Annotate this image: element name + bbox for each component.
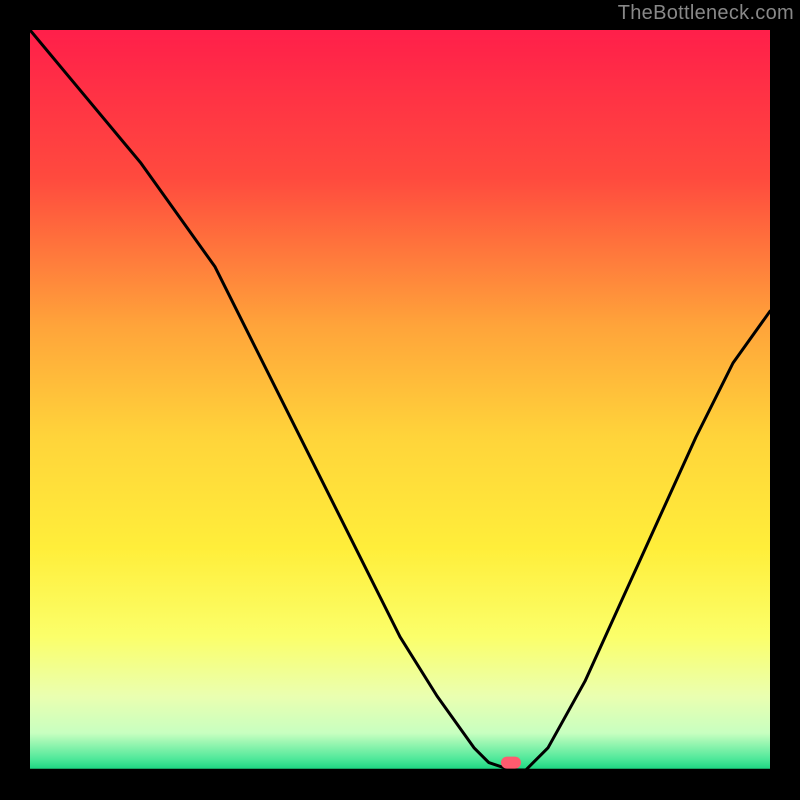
watermark-text: TheBottleneck.com	[618, 2, 794, 25]
chart-frame: TheBottleneck.com	[0, 0, 800, 800]
bottleneck-chart	[30, 30, 770, 770]
chart-svg	[30, 30, 770, 770]
chart-background	[30, 30, 770, 770]
optimal-marker	[501, 757, 521, 769]
